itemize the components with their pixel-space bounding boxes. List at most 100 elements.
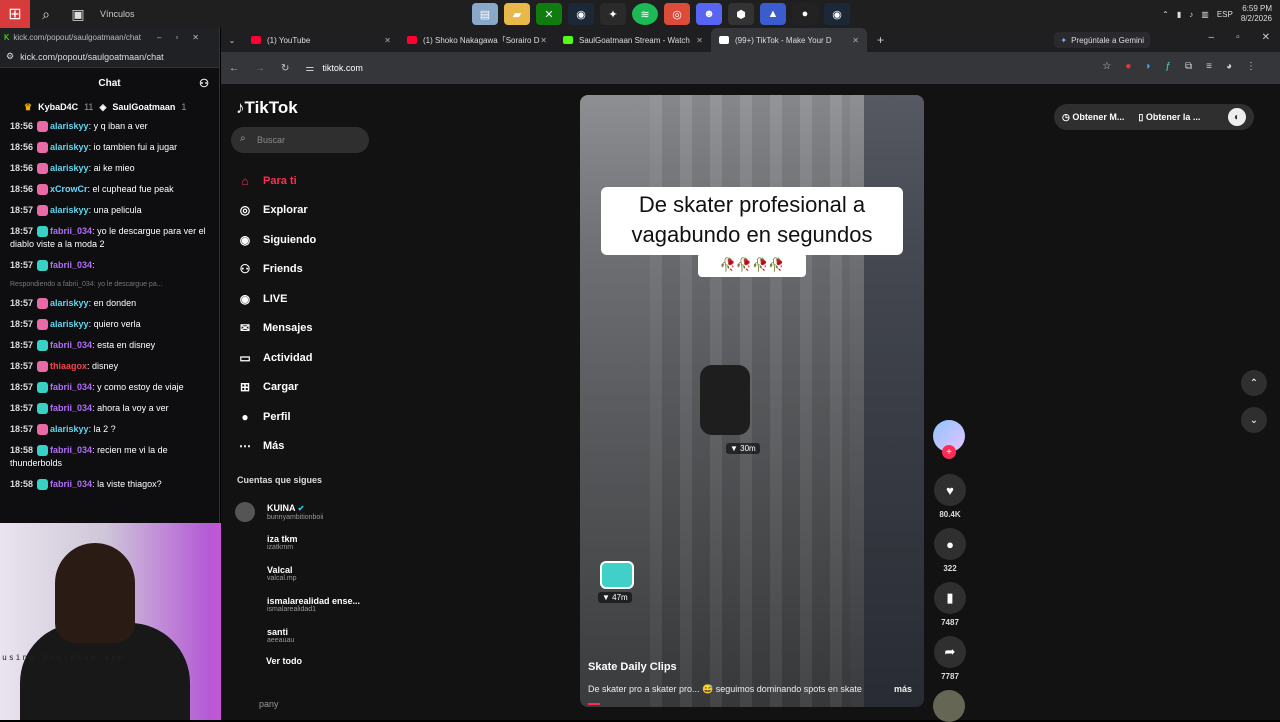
extension-icon-3[interactable]: ƒ <box>1165 61 1171 72</box>
top-user-name[interactable]: SaulGoatmaan <box>112 102 175 112</box>
top-user-name[interactable]: KybaD4C <box>38 102 78 112</box>
chat-url-bar[interactable]: ⚙ kick.com/popout/saulgoatmaan/chat <box>0 46 219 68</box>
links-toolbar[interactable]: Vínculos <box>100 9 135 19</box>
message-username[interactable]: alariskyy <box>50 424 89 434</box>
message-username[interactable]: alariskyy <box>50 319 89 329</box>
tab-tiktok[interactable]: (99+) TikTok - Make Your D ✕ <box>711 28 867 52</box>
tab-search-icon[interactable]: ⌄ <box>221 36 243 45</box>
message-username[interactable]: fabrii_034 <box>50 479 92 489</box>
new-tab-icon[interactable]: + <box>877 33 884 47</box>
close-tab-icon[interactable]: ✕ <box>540 36 547 45</box>
close-tab-icon[interactable]: ✕ <box>384 36 391 45</box>
followed-account[interactable]: santi aeeauau <box>235 620 385 651</box>
video-player[interactable]: De skater profesional a vagabundo en seg… <box>580 95 924 707</box>
chrome-app-icon[interactable]: ◎ <box>664 3 690 25</box>
message-username[interactable]: thiaagox <box>50 361 87 371</box>
tab-kick[interactable]: SaulGoatmaan Stream - Watch ✕ <box>555 28 711 52</box>
more-link[interactable]: más <box>894 684 912 694</box>
get-desktop-button[interactable]: ▯ Obtener la ... <box>1138 112 1200 123</box>
app-icon-3[interactable]: ▲ <box>760 3 786 25</box>
extension-icon[interactable]: ● <box>1125 61 1131 72</box>
bookmark-icon[interactable]: ▮ <box>934 582 966 614</box>
search-icon[interactable]: ⌕ <box>30 0 62 28</box>
tiktok-logo[interactable]: ♪TikTok <box>236 98 298 118</box>
discord-app-icon[interactable]: ☻ <box>696 3 722 25</box>
site-info-icon[interactable]: ⚌ <box>305 63 314 74</box>
settings-icon[interactable]: ⚙ <box>6 51 14 62</box>
reload-icon[interactable]: ↻ <box>281 63 289 74</box>
profile-avatar-icon[interactable]: ◐ <box>1228 108 1246 126</box>
back-icon[interactable]: ← <box>229 63 239 74</box>
message-username[interactable]: fabrii_034 <box>50 382 92 392</box>
minimize-icon[interactable]: – <box>1209 32 1215 43</box>
speaker-icon[interactable]: ♪ <box>1189 10 1193 19</box>
app-icon[interactable]: ✦ <box>600 3 626 25</box>
app-icon-4[interactable]: ● <box>792 3 818 25</box>
message-username[interactable]: fabrii_034 <box>50 445 92 455</box>
message-username[interactable]: alariskyy <box>50 163 89 173</box>
url-field[interactable]: tiktok.com <box>322 63 363 73</box>
close-tab-icon[interactable]: ✕ <box>852 36 859 45</box>
xbox-app-icon[interactable]: ✕ <box>536 3 562 25</box>
steam-app-icon-2[interactable]: ◉ <box>824 3 850 25</box>
gemini-button[interactable]: ✦ Pregúntale a Gemini <box>1054 32 1150 48</box>
mic-icon[interactable]: ▮ <box>1177 10 1181 19</box>
followed-account[interactable]: iza tkm izatkmm <box>235 527 385 558</box>
sidebar-item-following[interactable]: ◉ Siguiendo <box>235 225 385 255</box>
chevron-up-icon[interactable]: ⌃ <box>1241 370 1267 396</box>
steam-app-icon[interactable]: ◉ <box>568 3 594 25</box>
sidebar-item-home[interactable]: ⌂ Para ti <box>235 166 385 196</box>
maximize-icon[interactable]: ▫ <box>1236 32 1240 43</box>
start-button[interactable]: ⊞ <box>0 0 30 28</box>
menu-icon[interactable]: ⋮ <box>1246 61 1256 72</box>
message-username[interactable]: alariskyy <box>50 142 89 152</box>
reading-list-icon[interactable]: ≡ <box>1206 61 1212 72</box>
tab-youtube[interactable]: (1) YouTube ✕ <box>243 28 399 52</box>
search-input[interactable]: ⌕ Buscar <box>231 127 369 153</box>
user-settings-icon[interactable]: ⚇ <box>199 77 209 90</box>
sidebar-item-friends[interactable]: ⚇ Friends <box>235 255 385 285</box>
explorer-app-icon[interactable]: ▤ <box>472 3 498 25</box>
message-username[interactable]: fabrii_034 <box>50 403 92 413</box>
message-username[interactable]: alariskyy <box>50 298 89 308</box>
task-view-icon[interactable]: ▣ <box>62 0 94 28</box>
heart-icon[interactable]: ♥ <box>934 474 966 506</box>
see-all-link[interactable]: Ver todo <box>266 656 302 666</box>
sidebar-item-messages[interactable]: ✉ Mensajes <box>235 314 385 344</box>
message-username[interactable]: xCrowCr <box>50 184 88 194</box>
message-username[interactable]: fabrii_034 <box>50 340 92 350</box>
network-icon[interactable]: ▥ <box>1201 10 1209 19</box>
message-username[interactable]: fabrii_034 <box>50 260 92 270</box>
chevron-down-icon[interactable]: ⌄ <box>1241 407 1267 433</box>
profile-icon[interactable]: ◕ <box>1226 61 1232 72</box>
extension-icon-2[interactable]: ◗ <box>1145 61 1151 72</box>
get-app-button[interactable]: ◷ Obtener M... <box>1062 112 1124 123</box>
video-progress-bar[interactable] <box>588 703 600 705</box>
sidebar-item-upload[interactable]: ⊞ Cargar <box>235 373 385 403</box>
message-username[interactable]: alariskyy <box>50 121 89 131</box>
language-indicator[interactable]: ESP <box>1217 10 1233 19</box>
sidebar-item-compass[interactable]: ◎ Explorar <box>235 196 385 226</box>
message-username[interactable]: fabrii_034 <box>50 226 92 236</box>
follow-plus-icon[interactable]: + <box>942 445 956 459</box>
sidebar-item-profile[interactable]: ● Perfil <box>235 402 385 432</box>
close-tab-icon[interactable]: ✕ <box>696 36 703 45</box>
creator-avatar[interactable]: + <box>933 420 965 459</box>
footer-company-link[interactable]: pany <box>259 699 279 709</box>
bookmark-star-icon[interactable]: ☆ <box>1102 61 1111 72</box>
folder-app-icon[interactable]: ▰ <box>504 3 530 25</box>
sound-avatar[interactable] <box>933 690 965 722</box>
extensions-puzzle-icon[interactable]: ⧉ <box>1185 61 1192 72</box>
forward-icon[interactable]: → <box>255 63 265 74</box>
sidebar-item-more[interactable]: ⋯ Más <box>235 432 385 462</box>
window-controls[interactable]: –▫✕ <box>157 33 213 42</box>
followed-account[interactable]: KUINA ✔ bunnyambitionboii <box>235 496 385 527</box>
close-icon[interactable]: ✕ <box>1262 32 1270 43</box>
sidebar-item-live[interactable]: ◉ LIVE <box>235 284 385 314</box>
tab-youtube-2[interactable]: (1) Shoko Nakagawa「Sorairo D ✕ <box>399 28 555 52</box>
comment-icon[interactable]: ● <box>934 528 966 560</box>
followed-account[interactable]: Valcal valcal.mp <box>235 558 385 589</box>
share-icon[interactable]: ➦ <box>934 636 966 668</box>
clock[interactable]: 6:59 PM 8/2/2026 <box>1241 4 1272 24</box>
chevron-up-icon[interactable]: ⌃ <box>1162 10 1169 19</box>
